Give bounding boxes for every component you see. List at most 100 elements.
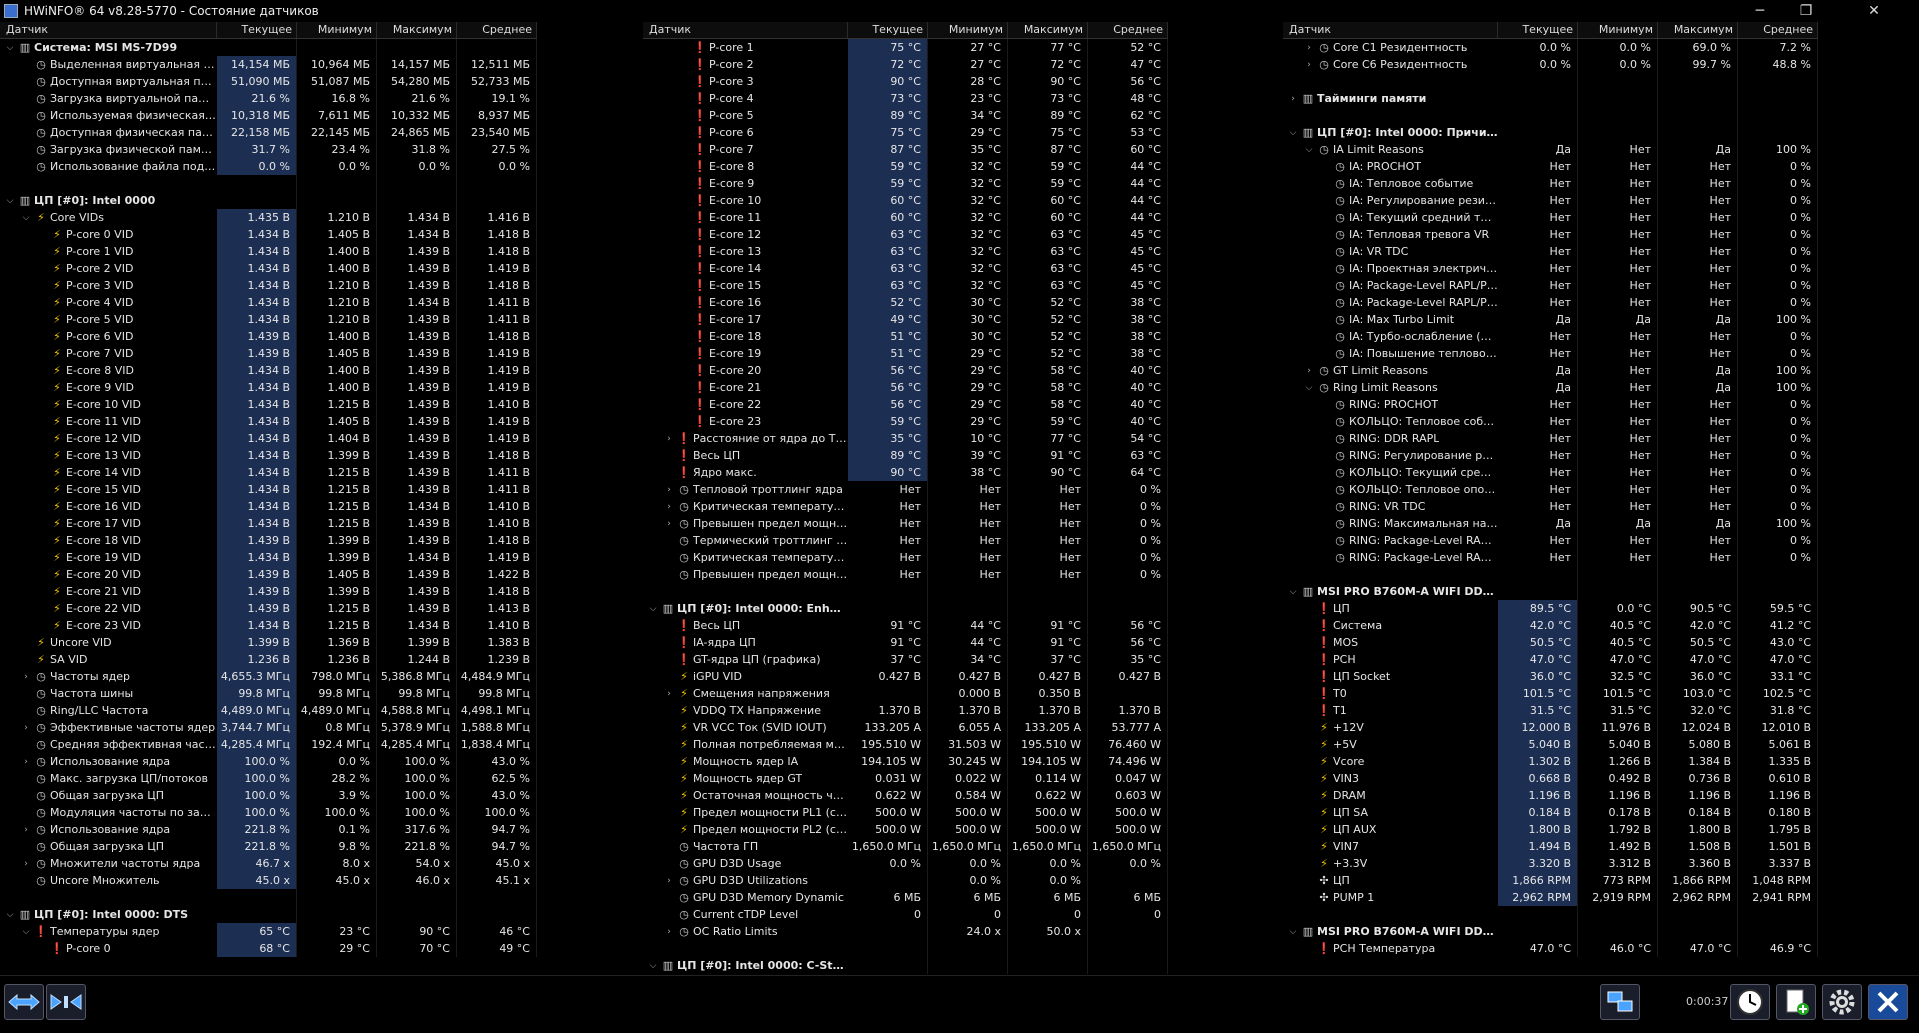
sensor-row[interactable]: ⚡ VIN3 0.668 В 0.492 В 0.736 В 0.610 В — [1283, 770, 1818, 787]
sensor-row[interactable]: ❗ GT-ядра ЦП (графика) 37 °C 34 °C 37 °C 35 °… — [643, 651, 1168, 668]
sensor-row[interactable]: ◷ IA: Max Turbo Limit Да Да Да 100 % — [1283, 311, 1818, 328]
expand-chevron-icon[interactable]: › — [663, 485, 675, 495]
sensor-row[interactable]: ⚡ ЦП SA 0.184 В 0.178 В 0.184 В 0.180 В — [1283, 804, 1818, 821]
sensor-row[interactable]: ◷ Загрузка физической памяти 31.7 % 23.4 % 3… — [0, 141, 537, 158]
sensor-row[interactable]: ◷ RING: DDR RAPL Нет Нет Нет 0 % — [1283, 430, 1818, 447]
sensor-row[interactable]: ◷IA: Package-Level RAPL/PBM ...НетНетНет… — [1283, 277, 1818, 294]
sensor-row[interactable]: ⚡ E-core 22 VID 1.439 В 1.215 В 1.439 В 1.413… — [0, 600, 537, 617]
network-button[interactable] — [1600, 984, 1640, 1020]
sensor-row[interactable]: › ◷ GPU D3D Utilizations 0.0 % 0.0 % — [643, 872, 1168, 889]
sensor-row[interactable]: ❗ E-core 8 59 °C 32 °C 59 °C 44 °C — [643, 158, 1168, 175]
sensor-row[interactable]: ◷Использование файла подкачки0.0 %0.0 %0… — [0, 158, 537, 175]
sensor-row[interactable]: ◷ Загрузка виртуальной памяти 21.6 % 16.8 %… — [0, 90, 537, 107]
expand-chevron-icon[interactable]: › — [1287, 94, 1299, 104]
sensor-row[interactable]: ❗ E-core 15 63 °C 32 °C 63 °C 45 °C — [643, 277, 1168, 294]
sensor-row[interactable]: ⚡ P-core 4 VID 1.434 В 1.210 В 1.434 В 1.411 … — [0, 294, 537, 311]
expand-chevron-icon[interactable]: › — [663, 502, 675, 512]
sensor-row[interactable]: › ◷ Превышен предел мощно... Нет Нет Нет 0 % — [643, 515, 1168, 532]
sensor-row[interactable]: ◷КОЛЬЦО: Тепловое оповещ...НетНетНет0 % — [1283, 481, 1818, 498]
sensor-row[interactable]: › ◷ Критическая температура... Нет Нет Нет 0 % — [643, 498, 1168, 515]
collapse-chevron-icon[interactable]: ⌵ — [1287, 587, 1299, 597]
header-max[interactable]: Максимум — [1658, 22, 1738, 38]
expand-chevron-icon[interactable]: › — [20, 825, 32, 835]
sensor-row[interactable]: › ◷ Тепловой троттлинг ядра Нет Нет Нет 0 % — [643, 481, 1168, 498]
sensor-row[interactable]: › ◷ Использование ядра 100.0 % 0.0 % 100.0 % 4… — [0, 753, 537, 770]
sensor-row[interactable]: ◷ RING: VR TDC Нет Нет Нет 0 % — [1283, 498, 1818, 515]
sensor-row[interactable]: › ⚡ Смещения напряжения 0.000 В 0.350 В — [643, 685, 1168, 702]
expand-chevron-icon[interactable]: › — [20, 723, 32, 733]
sensor-row[interactable]: ❗ Ядро макс. 90 °C 38 °C 90 °C 64 °C — [643, 464, 1168, 481]
sensor-row[interactable]: ❗ P-core 0 68 °C 29 °C 70 °C 49 °C — [0, 940, 537, 957]
sensor-row[interactable]: ⚡ Uncore VID 1.399 В 1.369 В 1.399 В 1.383 В — [0, 634, 537, 651]
collapse-chevron-icon[interactable]: ⌵ — [647, 961, 659, 971]
collapse-chevron-icon[interactable]: ⌵ — [4, 43, 16, 53]
sensor-row[interactable]: ◷ Общая загрузка ЦП 221.8 % 9.8 % 221.8 % 94.… — [0, 838, 537, 855]
minimize-button[interactable]: ─ — [1737, 0, 1783, 22]
sensor-group-header[interactable]: ⌵ ▥ ЦП [#0]: Intel 0000 — [0, 192, 537, 209]
sensor-row[interactable]: ⚡ +12V 12.000 В 11.976 В 12.024 В 12.010 В — [1283, 719, 1818, 736]
close-sensors-button[interactable] — [1868, 984, 1908, 1020]
sensor-group-header[interactable]: › ▥ Тайминги памяти — [1283, 90, 1818, 107]
collapse-chevron-icon[interactable]: ⌵ — [20, 927, 32, 937]
header-sensor[interactable]: Датчик — [0, 22, 217, 38]
sensor-row[interactable]: ❗ E-core 17 49 °C 30 °C 52 °C 38 °C — [643, 311, 1168, 328]
sensor-row[interactable]: ⚡ VIN7 1.494 В 1.492 В 1.508 В 1.501 В — [1283, 838, 1818, 855]
sensor-row[interactable]: ⚡ iGPU VID 0.427 В 0.427 В 0.427 В 0.427 В — [643, 668, 1168, 685]
sensor-row[interactable]: ❗ P-core 5 89 °C 34 °C 89 °C 62 °C — [643, 107, 1168, 124]
sensor-row[interactable]: ⚡ E-core 16 VID 1.434 В 1.215 В 1.434 В 1.410… — [0, 498, 537, 515]
sensor-row[interactable]: ◷ GPU D3D Memory Dynamic 6 МБ 6 МБ 6 МБ 6 МБ — [643, 889, 1168, 906]
sensor-row[interactable]: ⚡ VR VCC Ток (SVID IOUT) 133.205 A 6.055 A1… — [643, 719, 1168, 736]
sensor-row[interactable]: ◷ RING: PROCHOT Нет Нет Нет 0 % — [1283, 396, 1818, 413]
sensor-row[interactable]: ❗ Весь ЦП 89 °C 39 °C 91 °C 63 °C — [643, 447, 1168, 464]
expand-chevron-icon[interactable]: › — [663, 519, 675, 529]
sensor-row[interactable]: ❗ IA-ядра ЦП 91 °C 44 °C 91 °C 56 °C — [643, 634, 1168, 651]
sensor-row[interactable]: ⚡ +5V 5.040 В 5.040 В 5.080 В 5.061 В — [1283, 736, 1818, 753]
sensor-row[interactable]: › ◷ Core C6 Резидентность 0.0 % 0.0 % 99.7 % 4… — [1283, 56, 1818, 73]
sensor-row[interactable]: › ◷ Частоты ядер 4,655.3 МГц 798.0 МГц 5,386.… — [0, 668, 537, 685]
sensor-panel-middle[interactable]: Датчик Текущее Минимум Максимум Среднее … — [643, 22, 1168, 975]
sensor-row[interactable]: ❗ E-core 22 56 °C 29 °C 58 °C 40 °C — [643, 396, 1168, 413]
sensor-row[interactable]: ❗ E-core 21 56 °C 29 °C 58 °C 40 °C — [643, 379, 1168, 396]
header-current[interactable]: Текущее — [848, 22, 928, 38]
sensor-row[interactable]: › ❗ Расстояние от ядра до Tj... 35 °C 10 °C 7… — [643, 430, 1168, 447]
sensor-row[interactable]: ⚡ E-core 19 VID 1.434 В 1.399 В 1.434 В 1.419… — [0, 549, 537, 566]
header-avg[interactable]: Среднее — [457, 22, 537, 38]
header-sensor[interactable]: Датчик — [1283, 22, 1498, 38]
sensor-row[interactable]: ⚡ P-core 6 VID 1.439 В 1.400 В 1.439 В 1.418 … — [0, 328, 537, 345]
sensor-row[interactable]: ❗ Система 42.0 °C 40.5 °C 42.0 °C 41.2 °C — [1283, 617, 1818, 634]
sensor-row[interactable]: ❗ E-core 18 51 °C 30 °C 52 °C 38 °C — [643, 328, 1168, 345]
collapse-chevron-icon[interactable]: ⌵ — [20, 213, 32, 223]
sensor-row[interactable]: ⚡ E-core 11 VID 1.434 В 1.405 В 1.439 В 1.419… — [0, 413, 537, 430]
sensor-row[interactable]: ⚡ DRAM 1.196 В 1.196 В 1.196 В 1.196 В — [1283, 787, 1818, 804]
sensor-row[interactable]: ❗ T0 101.5 °C 101.5 °C 103.0 °C 102.5 °C — [1283, 685, 1818, 702]
header-sensor[interactable]: Датчик — [643, 22, 848, 38]
sensor-row[interactable]: ⚡ ЦП AUX 1.800 В 1.792 В 1.800 В 1.795 В — [1283, 821, 1818, 838]
sensor-row[interactable]: ⚡ E-core 13 VID 1.434 В 1.399 В 1.439 В 1.418… — [0, 447, 537, 464]
collapse-chevron-icon[interactable]: ⌵ — [1287, 128, 1299, 138]
sensor-group-header[interactable]: ⌵▥MSI PRO B760M-A WIFI DDR4 (MS-7D99) (I… — [1283, 923, 1818, 940]
sensor-row[interactable]: ⚡ E-core 15 VID 1.434 В 1.215 В 1.439 В 1.411… — [0, 481, 537, 498]
sensor-row[interactable]: ◷ IA: Тепловое событие Нет Нет Нет 0 % — [1283, 175, 1818, 192]
sensor-row[interactable]: ⚡ SA VID 1.236 В 1.236 В 1.244 В 1.239 В — [0, 651, 537, 668]
header-min[interactable]: Минимум — [1578, 22, 1658, 38]
sensor-row[interactable]: ◷Превышен предел мощности ...НетНетНет0 … — [643, 566, 1168, 583]
sensor-group-header[interactable]: ⌵▥ЦП [#0]: Intel 0000: Причины ограничен… — [1283, 124, 1818, 141]
sensor-row[interactable]: ◷IA: Повышение тепловой ск...НетНетНет0 … — [1283, 345, 1818, 362]
expand-chevron-icon[interactable]: › — [663, 434, 675, 444]
sensor-row[interactable]: ◷Критическая температура ко...НетНетНет0… — [643, 549, 1168, 566]
sensor-row[interactable]: ❗ P-core 1 75 °C 27 °C 77 °C 52 °C — [643, 39, 1168, 56]
sensor-row[interactable]: ✣ PUMP 1 2,962 RPM 2,919 RPM 2,962 RPM 2,941 … — [1283, 889, 1818, 906]
header-current[interactable]: Текущее — [1498, 22, 1578, 38]
expand-chevron-icon[interactable]: › — [20, 672, 32, 682]
header-max[interactable]: Максимум — [1008, 22, 1088, 38]
sensor-row[interactable]: ⚡ VDDQ TX Напряжение 1.370 В 1.370 В 1.370 В… — [643, 702, 1168, 719]
sensor-row[interactable]: ❗ E-core 23 59 °C 29 °C 59 °C 40 °C — [643, 413, 1168, 430]
sensor-row[interactable]: ❗ PCH Температура 47.0 °C 46.0 °C 47.0 °C 46.… — [1283, 940, 1818, 957]
sensor-row[interactable]: ⚡ P-core 5 VID 1.434 В 1.210 В 1.439 В 1.411 … — [0, 311, 537, 328]
sensor-row[interactable]: ❗ T1 31.5 °C 31.5 °C 32.0 °C 31.8 °C — [1283, 702, 1818, 719]
sensor-row[interactable]: ❗ ЦП 89.5 °C 0.0 °C 90.5 °C 59.5 °C — [1283, 600, 1818, 617]
sensor-row[interactable]: ⌵ ◷ Ring Limit Reasons Да Нет Да 100 % — [1283, 379, 1818, 396]
sensor-row[interactable]: ⚡ Vcore 1.302 В 1.266 В 1.384 В 1.335 В — [1283, 753, 1818, 770]
sensor-row[interactable]: ❗ P-core 3 90 °C 28 °C 90 °C 56 °C — [643, 73, 1168, 90]
expand-chevron-icon[interactable]: › — [20, 859, 32, 869]
